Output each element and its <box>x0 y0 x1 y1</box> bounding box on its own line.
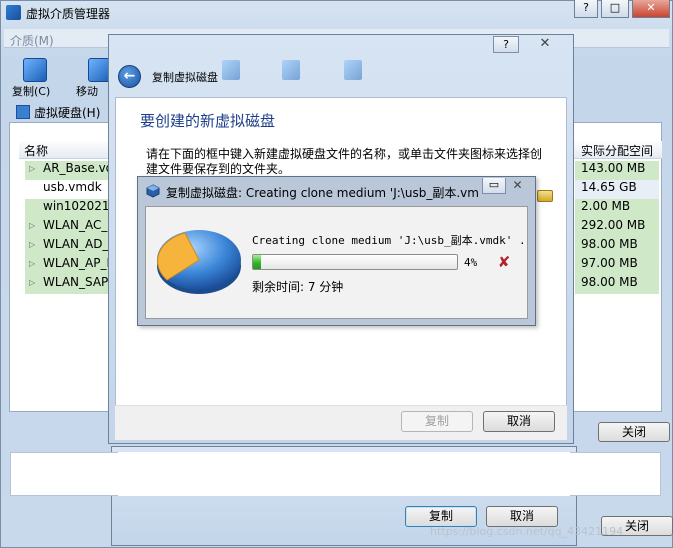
expand-arrow-icon[interactable]: ▷ <box>29 278 35 287</box>
toolbar-ghost-icon <box>344 60 362 80</box>
table-row[interactable]: ▷ WLAN_AD_E <box>25 237 109 256</box>
disk-pie-icon <box>157 230 241 294</box>
table-cell-allocated: 98.00 MB <box>575 275 659 294</box>
expand-arrow-icon[interactable]: ▷ <box>29 259 35 268</box>
progress-bar <box>252 254 458 270</box>
back-arrow-icon[interactable]: ← <box>118 65 141 88</box>
progress-percent: 4% <box>464 256 478 269</box>
progress-title: 复制虚拟磁盘: Creating clone medium 'J:\usb_副本… <box>166 186 478 200</box>
copy-tool-button[interactable]: 复制(C) <box>12 58 58 98</box>
toolbar-ghost-icon <box>222 60 240 80</box>
table-cell-allocated: 14.65 GB <box>575 180 659 199</box>
background-wizard-body <box>118 452 570 496</box>
table-cell-allocated: 2.00 MB <box>575 199 659 218</box>
toolbar-ghost-icon <box>282 60 300 80</box>
cancel-x-icon[interactable]: ✘ <box>496 254 512 270</box>
table-row[interactable]: ▷ WLAN_AP_E <box>25 256 109 275</box>
expand-arrow-icon[interactable]: ▷ <box>29 221 35 230</box>
help-button[interactable]: ? <box>493 36 519 53</box>
close-window-button[interactable]: ✕ <box>632 0 670 18</box>
close-button[interactable]: 关闭 <box>598 422 670 442</box>
table-row-selected[interactable]: usb.vmdk <box>25 180 109 199</box>
copy-tool-label: 复制(C) <box>12 85 51 98</box>
table-cell-allocated: 97.00 MB <box>575 256 659 275</box>
progress-bar-fill <box>253 255 261 269</box>
time-remaining: 剩余时间: 7 分钟 <box>252 280 344 294</box>
wizard-title: 复制虚拟磁盘 <box>152 71 218 84</box>
table-cell-allocated: 98.00 MB <box>575 237 659 256</box>
table-row[interactable]: ▷ WLAN_AC_E <box>25 218 109 237</box>
progress-minimize-button[interactable]: ▭ <box>482 178 506 194</box>
app-icon <box>6 5 21 20</box>
page-heading: 要创建的新虚拟磁盘 <box>140 112 276 130</box>
expand-arrow-icon[interactable]: ▷ <box>29 240 35 249</box>
progress-close-button[interactable]: ✕ <box>507 178 528 194</box>
background-copy-button[interactable]: 复制 <box>405 506 477 527</box>
watermark: https://blog.csdn.net/qq_43421194 <box>430 525 624 538</box>
wizard-close-button[interactable]: ✕ <box>530 36 560 53</box>
help-caption-button[interactable]: ? <box>574 0 598 18</box>
window-title: 虚拟介质管理器 <box>26 7 111 21</box>
operation-description: Creating clone medium 'J:\usb_副本.vmdk' .… <box>252 234 524 247</box>
tab-virtual-disks-label: 虚拟硬盘(H) <box>34 106 101 120</box>
virtualbox-cube-icon <box>146 184 160 198</box>
table-row[interactable]: win1020210 <box>25 199 109 218</box>
expand-arrow-icon[interactable]: ▷ <box>29 164 35 173</box>
tab-virtual-disks[interactable]: 虚拟硬盘(H) <box>16 104 100 121</box>
table-cell-allocated: 143.00 MB <box>575 161 659 180</box>
table-cell-allocated: 292.00 MB <box>575 218 659 237</box>
page-description: 请在下面的框中键入新建虚拟硬盘文件的名称，或单击文件夹图标来选择创建文件要保存到… <box>146 147 543 176</box>
table-row[interactable]: ▷ WLAN_SAP <box>25 275 109 294</box>
copy-disk-icon <box>23 58 47 82</box>
menu-media[interactable]: 介质(M) <box>10 32 54 49</box>
maximize-button[interactable]: □ <box>601 0 629 18</box>
copy-button[interactable]: 复制 <box>401 411 473 432</box>
background-cancel-button[interactable]: 取消 <box>486 506 558 527</box>
table-row[interactable]: ▷AR_Base.vdi <box>25 161 109 180</box>
column-name-header[interactable]: 名称 <box>24 142 48 159</box>
folder-icon[interactable] <box>537 190 553 202</box>
column-allocated-header[interactable]: 实际分配空间 <box>581 142 653 159</box>
cancel-button[interactable]: 取消 <box>483 411 555 432</box>
hard-disk-icon <box>16 105 30 119</box>
